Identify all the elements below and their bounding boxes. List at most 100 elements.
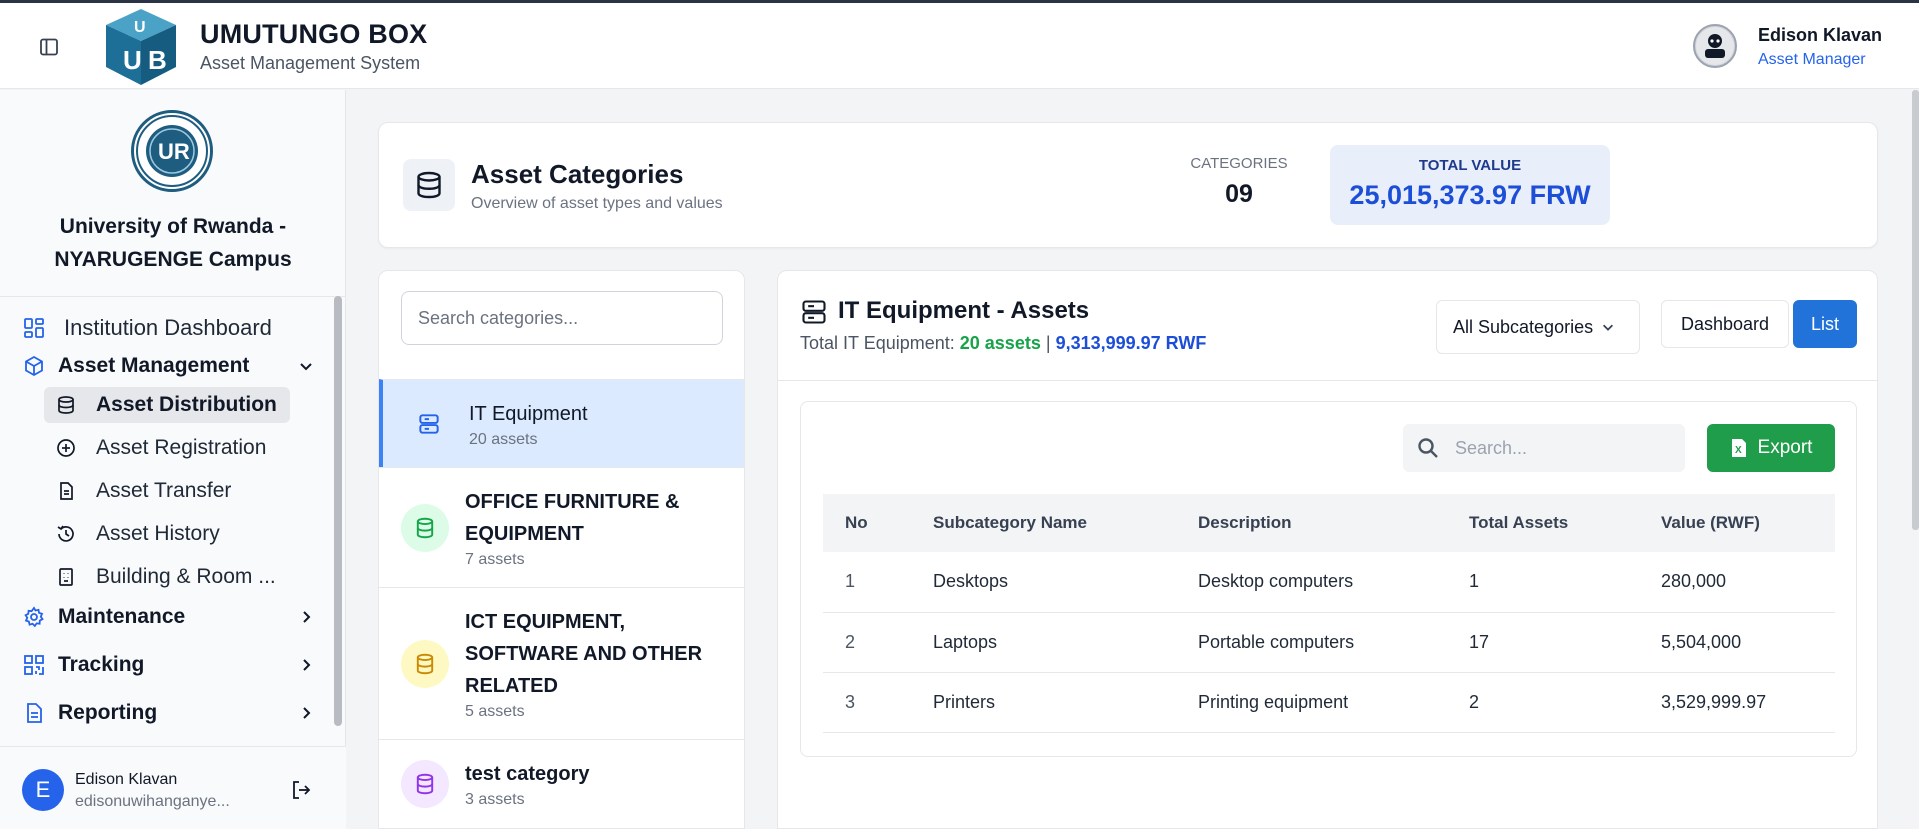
report-icon: [22, 701, 46, 725]
assets-title: IT Equipment - Assets: [838, 297, 1090, 324]
create-category-label: Create Category: [1686, 175, 1812, 194]
database-icon: [401, 503, 449, 552]
database-icon: [54, 393, 78, 417]
nav-asset-registration[interactable]: Asset Registration: [44, 430, 290, 466]
cell-no: 1: [823, 552, 911, 613]
table-search-input[interactable]: [1455, 424, 1675, 472]
main-scrollbar[interactable]: [1912, 90, 1919, 530]
sidebar-nav: Institution Dashboard Asset Management A…: [0, 297, 346, 747]
footer-user-name: Edison Klavan: [75, 771, 178, 788]
svg-text:U: U: [134, 19, 146, 36]
column-header-total-assets[interactable]: Total Assets: [1447, 494, 1639, 552]
assets-summary: Total IT Equipment: 20 assets | 9,313,99…: [800, 333, 1206, 354]
dashboard-view-button[interactable]: Dashboard: [1661, 300, 1789, 348]
cell-no: 3: [823, 672, 911, 733]
nav-label: Institution Dashboard: [64, 315, 272, 340]
excel-file-icon: X: [1731, 439, 1746, 457]
column-header-description[interactable]: Description: [1176, 494, 1447, 552]
brand-title: UMUTUNGO BOX: [200, 19, 428, 49]
category-count: 5 assets: [465, 702, 525, 720]
sidebar: UR University of Rwanda - NYARUGENGE Cam…: [0, 90, 346, 829]
category-list: IT Equipment 20 assets OFFICE FURNITURE …: [379, 379, 744, 827]
sidebar-panel-icon: [40, 38, 58, 56]
sidebar-footer: E Edison Klavan edisonuwihanganye...: [0, 746, 346, 829]
cell-subcategory-name: Laptops: [911, 612, 1176, 673]
nav-institution-dashboard[interactable]: Institution Dashboard: [22, 315, 272, 341]
column-header-no[interactable]: No: [823, 494, 911, 552]
svg-text:X: X: [1735, 445, 1742, 456]
logout-icon: [293, 781, 311, 799]
chevron-down-icon: [300, 363, 312, 371]
history-icon: [54, 522, 78, 546]
database-icon: [403, 159, 455, 211]
table-row[interactable]: 3 Printers Printing equipment 2 3,529,99…: [823, 672, 1835, 733]
nav-asset-distribution[interactable]: Asset Distribution: [44, 387, 290, 423]
user-avatar[interactable]: [1693, 24, 1737, 68]
cell-subcategory-name: Printers: [911, 672, 1176, 733]
nav-label: Asset Management: [58, 354, 250, 377]
export-button[interactable]: X Export: [1707, 424, 1835, 472]
cell-value: 280,000: [1639, 552, 1835, 613]
categories-overview-card: Asset Categories Overview of asset types…: [378, 122, 1878, 248]
nav-label: Reporting: [58, 701, 158, 724]
table-row[interactable]: 1 Desktops Desktop computers 1 280,000: [823, 552, 1835, 613]
table-search: [1403, 424, 1685, 472]
server-icon: [800, 298, 828, 326]
header-user-role: Asset Manager: [1758, 51, 1866, 68]
institution-name: University of Rwanda - NYARUGENGE Campus: [54, 215, 292, 271]
server-icon: [405, 400, 453, 448]
category-item-it-equipment[interactable]: IT Equipment 20 assets: [379, 379, 744, 467]
svg-text:UR: UR: [158, 139, 190, 164]
nav-asset-transfer[interactable]: Asset Transfer: [44, 473, 290, 509]
sidebar-toggle-button[interactable]: [38, 36, 60, 58]
category-item-test-category[interactable]: test category 3 assets: [379, 739, 744, 827]
subcategory-select[interactable]: All Subcategories: [1436, 300, 1640, 354]
assets-total-count: 20 assets: [959, 333, 1041, 353]
nav-building-room[interactable]: Building & Room ...: [44, 559, 290, 595]
chevron-right-icon: [303, 611, 311, 623]
cell-subcategory-name: Desktops: [911, 552, 1176, 613]
categories-stat-value: 09: [1225, 180, 1253, 208]
category-search-input[interactable]: [401, 291, 723, 345]
chevron-down-icon: [1603, 324, 1614, 331]
category-count: 7 assets: [465, 550, 525, 568]
create-category-button[interactable]: Create Category: [1649, 163, 1849, 207]
svg-text:B: B: [148, 45, 167, 75]
document-icon: [54, 479, 78, 503]
category-count: 20 assets: [469, 430, 538, 448]
page-subtitle: Overview of asset types and values: [471, 195, 723, 212]
cell-description: Printing equipment: [1176, 672, 1447, 733]
nav-reporting[interactable]: Reporting: [22, 701, 314, 725]
category-name: OFFICE FURNITURE & EQUIPMENT: [465, 490, 680, 545]
cell-value: 3,529,999.97: [1639, 672, 1835, 733]
categories-stat: CATEGORIES 09: [1179, 155, 1299, 209]
column-header-subcategory[interactable]: Subcategory Name: [911, 494, 1176, 552]
assets-separator: |: [1045, 333, 1051, 353]
dashboard-grid-icon: [22, 316, 46, 340]
assets-total-label: Total IT Equipment:: [800, 333, 955, 353]
building-icon: [54, 565, 78, 589]
nav-label: Tracking: [58, 653, 145, 676]
column-header-value[interactable]: Value (RWF): [1639, 494, 1835, 552]
total-value-amount: 25,015,373.97 FRW: [1349, 180, 1591, 210]
nav-label: Asset History: [96, 522, 220, 545]
assets-total-value: 9,313,999.97 RWF: [1055, 333, 1207, 353]
qr-code-icon: [22, 653, 46, 677]
chevron-right-icon: [303, 707, 311, 719]
category-name: test category: [465, 762, 590, 785]
cell-value: 5,504,000: [1639, 612, 1835, 673]
cell-description: Desktop computers: [1176, 552, 1447, 613]
brand-logo: U B U: [100, 5, 182, 87]
category-item-office-furniture[interactable]: OFFICE FURNITURE & EQUIPMENT 7 assets: [379, 467, 744, 587]
nav-maintenance[interactable]: Maintenance: [22, 605, 314, 629]
nav-asset-history[interactable]: Asset History: [44, 516, 290, 552]
nav-tracking[interactable]: Tracking: [22, 653, 314, 677]
table-row[interactable]: 2 Laptops Portable computers 17 5,504,00…: [823, 612, 1835, 673]
category-item-ict-equipment[interactable]: ICT EQUIPMENT, SOFTWARE AND OTHER RELATE…: [379, 587, 744, 739]
cell-no: 2: [823, 612, 911, 673]
nav-asset-management[interactable]: Asset Management: [22, 354, 314, 378]
category-name: IT Equipment: [469, 402, 588, 425]
list-view-button[interactable]: List: [1793, 300, 1857, 348]
logout-button[interactable]: [290, 779, 314, 803]
sidebar-scrollbar[interactable]: [334, 296, 342, 726]
